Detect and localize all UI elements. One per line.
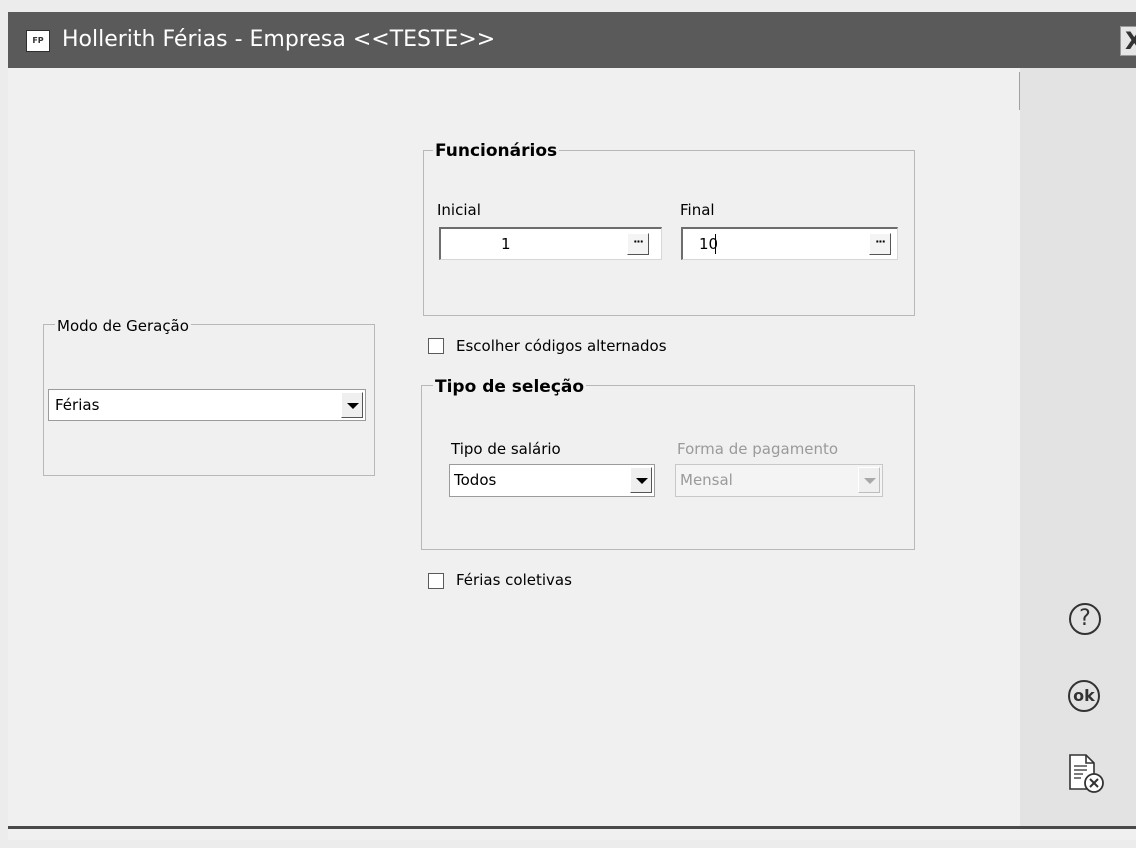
chevron-down-icon [347, 403, 359, 409]
tipo-salario-select[interactable]: Todos [449, 464, 655, 497]
forma-pagamento-label: Forma de pagamento [677, 440, 839, 458]
escolher-codigos-checkbox[interactable] [428, 338, 444, 354]
funcionarios-title: Funcionários [433, 141, 560, 161]
inicial-lookup-button[interactable]: ··· [627, 233, 649, 255]
inicial-field[interactable]: 1 ··· [439, 227, 662, 260]
modo-geracao-title: Modo de Geração [55, 316, 191, 336]
forma-pagamento-value: Mensal [680, 471, 733, 489]
final-lookup-button[interactable]: ··· [869, 233, 891, 255]
final-field[interactable]: 10 ··· [681, 227, 898, 260]
chevron-down-icon [636, 478, 648, 484]
ferias-coletivas-checkbox[interactable] [428, 573, 444, 589]
tipo-selecao-title: Tipo de seleção [433, 377, 587, 397]
inicial-label: Inicial [437, 201, 481, 219]
ferias-coletivas-label[interactable]: Férias coletivas [456, 570, 572, 590]
modo-geracao-value: Férias [55, 396, 100, 414]
window-bottom-border [8, 826, 1136, 829]
divider [1019, 72, 1020, 110]
side-button-panel [1020, 68, 1136, 828]
help-icon[interactable]: ? [1069, 603, 1101, 635]
text-caret [715, 234, 716, 254]
modo-geracao-select[interactable]: Férias [48, 389, 366, 421]
forma-pagamento-select: Mensal [675, 464, 883, 497]
escolher-codigos-label[interactable]: Escolher códigos alternados [456, 336, 667, 356]
window-title: Hollerith Férias - Empresa <<TESTE>> [62, 27, 496, 52]
dropdown-button [858, 467, 880, 493]
tipo-salario-value: Todos [454, 471, 497, 489]
dropdown-button[interactable] [341, 392, 363, 418]
chevron-down-icon [864, 478, 876, 484]
cancel-document-icon-svg [1069, 754, 1104, 793]
tipo-salario-label: Tipo de salário [451, 440, 561, 458]
app-icon: FP [26, 30, 50, 52]
cancel-document-icon[interactable] [1067, 753, 1107, 795]
inicial-value: 1 [501, 235, 511, 253]
close-button[interactable]: X [1120, 26, 1136, 56]
ok-icon[interactable]: ok [1068, 680, 1100, 712]
final-label: Final [680, 201, 715, 219]
dropdown-button[interactable] [630, 467, 652, 493]
